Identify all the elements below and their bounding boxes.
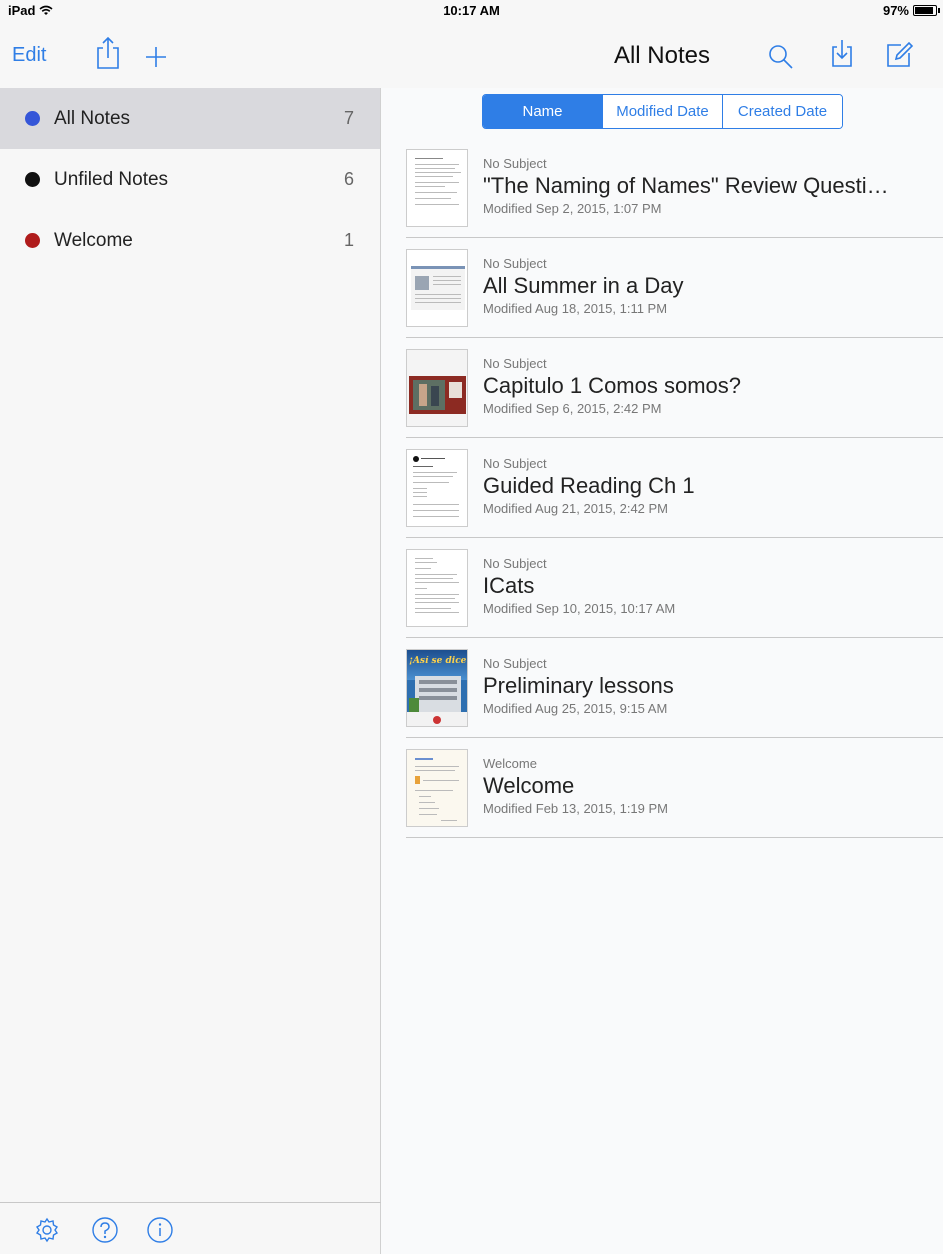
sidebar-item-all-notes[interactable]: All Notes 7	[0, 88, 380, 149]
note-subject: Welcome	[483, 756, 537, 771]
note-row[interactable]: No Subject Capitulo 1 Comos somos? Modif…	[406, 338, 943, 438]
sidebar-item-count: 6	[343, 169, 354, 189]
note-subject: No Subject	[483, 256, 547, 271]
share-icon[interactable]	[94, 36, 122, 70]
sidebar-item-unfiled-notes[interactable]: Unfiled Notes 6	[0, 149, 380, 210]
sidebar-item-label: All Notes	[54, 107, 131, 129]
note-row[interactable]: No Subject "The Naming of Names" Review …	[406, 138, 943, 238]
note-title: Capitulo 1 Comos somos?	[483, 373, 742, 398]
note-subject: No Subject	[483, 156, 547, 171]
help-icon[interactable]	[91, 1216, 119, 1244]
note-title: Preliminary lessons	[483, 673, 674, 698]
note-subject: No Subject	[483, 656, 547, 671]
note-row[interactable]: No Subject ICats Modified Sep 10, 2015, …	[406, 538, 943, 638]
search-icon[interactable]	[768, 44, 794, 70]
notes-list: No Subject "The Naming of Names" Review …	[406, 138, 943, 838]
note-row[interactable]: No Subject All Summer in a Day Modified …	[406, 238, 943, 338]
settings-icon[interactable]	[34, 1217, 60, 1243]
note-modified-date: Modified Sep 2, 2015, 1:07 PM	[483, 201, 662, 216]
import-icon[interactable]	[830, 37, 854, 69]
clock: 10:17 AM	[443, 3, 500, 18]
sidebar-item-label: Welcome	[54, 229, 133, 251]
note-thumbnail	[406, 349, 468, 427]
note-modified-date: Modified Sep 6, 2015, 2:42 PM	[483, 401, 662, 416]
sort-by-created-date-button[interactable]: Created Date	[722, 95, 842, 128]
status-bar: iPad 10:17 AM 97%	[0, 0, 943, 20]
note-thumbnail: ¡Así se dice!	[406, 649, 468, 727]
sort-segmented-control: Name Modified Date Created Date	[482, 94, 843, 129]
note-row[interactable]: Welcome Welcome Modified Feb 13, 2015, 1…	[406, 738, 943, 838]
add-icon[interactable]	[144, 45, 168, 69]
compose-icon[interactable]	[884, 40, 914, 70]
battery-percent: 97%	[882, 3, 909, 18]
note-modified-date: Modified Aug 21, 2015, 2:42 PM	[483, 501, 669, 516]
note-modified-date: Modified Aug 25, 2015, 9:15 AM	[483, 701, 668, 716]
info-icon[interactable]	[146, 1216, 174, 1244]
note-thumbnail	[406, 249, 468, 327]
note-thumbnail	[406, 549, 468, 627]
note-thumbnail	[406, 149, 468, 227]
sort-by-name-button[interactable]: Name	[483, 95, 602, 128]
page-title: All Notes	[613, 42, 711, 69]
navigation-bar: Edit All Notes	[0, 20, 943, 88]
battery-icon	[913, 5, 940, 16]
notebook-color-dot	[25, 233, 40, 248]
note-modified-date: Modified Sep 10, 2015, 10:17 AM	[483, 601, 676, 616]
note-subject: No Subject	[483, 356, 547, 371]
note-title: Guided Reading Ch 1	[483, 473, 695, 498]
note-title: "The Naming of Names" Review Questi…	[483, 173, 889, 198]
note-row[interactable]: ¡Así se dice! No Subject Preliminary les…	[406, 638, 943, 738]
note-modified-date: Modified Aug 18, 2015, 1:11 PM	[483, 301, 668, 316]
note-subject: No Subject	[483, 556, 547, 571]
sidebar-footer	[0, 1202, 381, 1254]
note-title: All Summer in a Day	[483, 273, 684, 298]
note-row[interactable]: No Subject Guided Reading Ch 1 Modified …	[406, 438, 943, 538]
sidebar-item-count: 1	[343, 230, 354, 250]
notebook-color-dot	[25, 172, 40, 187]
edit-button[interactable]: Edit	[12, 44, 46, 67]
notebook-color-dot	[25, 111, 40, 126]
note-subject: No Subject	[483, 456, 547, 471]
sidebar-item-label: Unfiled Notes	[54, 168, 169, 190]
thumbnail-cover-text: ¡Así se dice!	[409, 656, 467, 666]
note-title: Welcome	[483, 773, 575, 798]
note-thumbnail	[406, 449, 468, 527]
sidebar: All Notes 7 Unfiled Notes 6 Welcome 1	[0, 88, 381, 1254]
notes-panel: Name Modified Date Created Date No Subje…	[381, 88, 943, 1254]
sort-by-modified-date-button[interactable]: Modified Date	[602, 95, 722, 128]
note-title: ICats	[483, 573, 535, 598]
note-modified-date: Modified Feb 13, 2015, 1:19 PM	[483, 801, 669, 816]
sidebar-item-welcome[interactable]: Welcome 1	[0, 210, 380, 271]
note-thumbnail	[406, 749, 468, 827]
sidebar-item-count: 7	[343, 108, 354, 128]
